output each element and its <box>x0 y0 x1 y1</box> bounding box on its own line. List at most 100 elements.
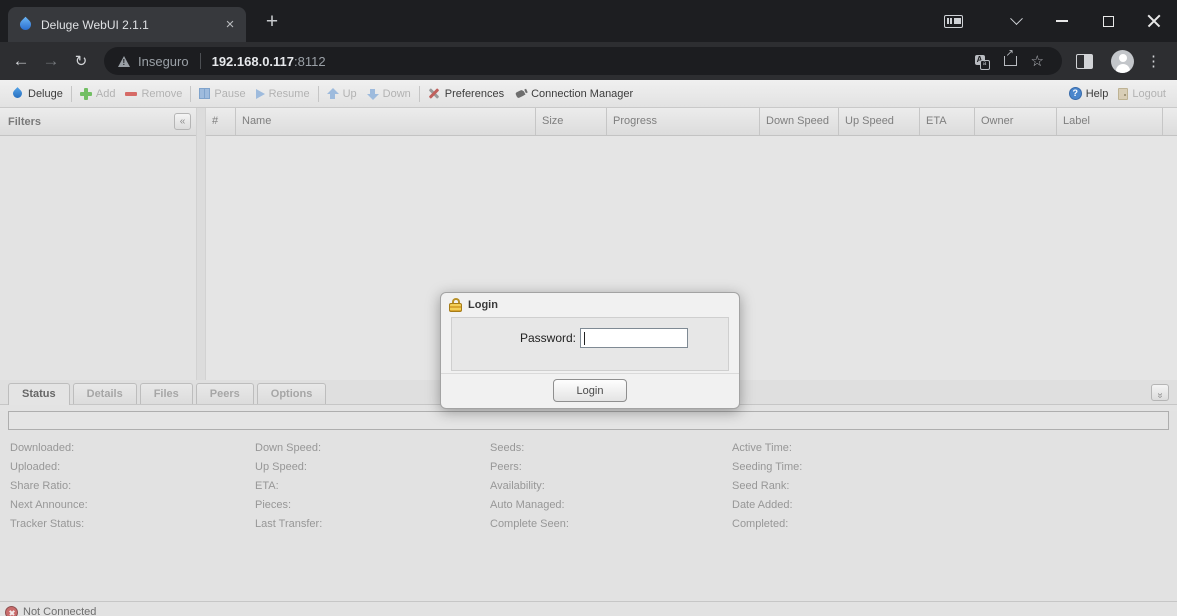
address-bar[interactable]: ! Inseguro 192.168.0.117 :8112 ☆ <box>104 47 1062 75</box>
filters-body <box>0 136 196 380</box>
profile-avatar[interactable] <box>1111 50 1134 73</box>
lock-icon <box>449 298 462 312</box>
not-secure-warning-icon[interactable]: ! <box>118 56 130 67</box>
maximize-button[interactable] <box>1085 0 1131 42</box>
status-label: Seed Rank: <box>732 477 802 496</box>
login-dialog-titlebar[interactable]: Login <box>441 293 739 314</box>
queue-down-button[interactable]: Down <box>362 83 416 105</box>
deluge-menu-button[interactable]: Deluge <box>6 83 68 105</box>
menu-dots-icon[interactable]: ⋮ <box>1146 52 1161 70</box>
browser-tab[interactable]: Deluge WebUI 2.1.1 × <box>8 7 246 42</box>
down-arrow-icon <box>367 88 379 100</box>
tab-options[interactable]: Options <box>257 383 327 404</box>
preferences-button[interactable]: Preferences <box>423 83 509 105</box>
filters-panel-header: Filters « <box>0 108 196 136</box>
column-header-size[interactable]: Size <box>536 108 607 135</box>
status-label: Downloaded: <box>10 439 255 458</box>
tab-close-icon[interactable]: × <box>222 17 238 32</box>
logout-button[interactable]: Logout <box>1113 83 1171 105</box>
side-panel-icon[interactable] <box>1076 54 1093 69</box>
remove-torrent-button[interactable]: Remove <box>120 83 187 105</box>
status-fields: Downloaded: Uploaded: Share Ratio: Next … <box>0 430 1177 534</box>
column-header-number[interactable]: # <box>206 108 236 135</box>
status-label: Availability: <box>490 477 732 496</box>
status-label: Tracker Status: <box>10 515 255 534</box>
tab-peers[interactable]: Peers <box>196 383 254 404</box>
login-form: Password: <box>451 317 729 371</box>
tab-files[interactable]: Files <box>140 383 193 404</box>
question-icon: ? <box>1069 87 1082 100</box>
tab-title: Deluge WebUI 2.1.1 <box>41 18 222 32</box>
torrent-grid-header: # Name Size Progress Down Speed Up Speed… <box>206 108 1177 136</box>
tab-details[interactable]: Details <box>73 383 137 404</box>
tab-status[interactable]: Status <box>8 383 70 405</box>
column-header-owner[interactable]: Owner <box>975 108 1057 135</box>
filters-collapse-button[interactable]: « <box>174 113 191 130</box>
status-label: Share Ratio: <box>10 477 255 496</box>
tools-icon <box>428 87 441 100</box>
security-label[interactable]: Inseguro <box>138 54 189 69</box>
up-arrow-icon <box>327 88 339 100</box>
plug-icon <box>514 88 527 100</box>
forward-button[interactable]: → <box>36 51 66 71</box>
new-tab-button[interactable]: + <box>258 9 286 37</box>
add-torrent-button[interactable]: Add <box>75 83 121 105</box>
browser-tab-strip: Deluge WebUI 2.1.1 × + <box>0 0 1177 42</box>
connection-status-text: Not Connected <box>23 606 96 616</box>
plus-icon <box>80 88 92 100</box>
status-label: Seeds: <box>490 439 732 458</box>
tab-preview-icon[interactable] <box>944 15 963 28</box>
status-label: Last Transfer: <box>255 515 490 534</box>
reload-button[interactable]: ↻ <box>66 52 96 70</box>
translate-icon[interactable] <box>975 55 988 68</box>
address-divider <box>200 53 201 69</box>
status-label: Auto Managed: <box>490 496 732 515</box>
column-header-label[interactable]: Label <box>1057 108 1163 135</box>
pause-icon <box>199 88 210 99</box>
toolbar-separator <box>419 86 420 102</box>
minus-icon <box>125 92 137 96</box>
login-button[interactable]: Login <box>553 379 627 402</box>
queue-up-button[interactable]: Up <box>322 83 362 105</box>
status-label: Next Announce: <box>10 496 255 515</box>
double-chevron-down-icon: » <box>1153 393 1168 399</box>
filters-title: Filters <box>8 116 174 128</box>
resume-button[interactable]: Resume <box>251 83 315 105</box>
tab-search-chevron-button[interactable] <box>993 0 1039 42</box>
status-label: Uploaded: <box>10 458 255 477</box>
status-label: Complete Seen: <box>490 515 732 534</box>
pause-button[interactable]: Pause <box>194 83 250 105</box>
panel-splitter[interactable] <box>196 108 206 380</box>
detail-panel-collapse-button[interactable]: » <box>1151 384 1169 401</box>
login-dialog-title: Login <box>468 299 498 311</box>
login-dialog-footer: Login <box>441 373 739 408</box>
not-connected-icon <box>5 606 18 616</box>
column-header-up-speed[interactable]: Up Speed <box>839 108 920 135</box>
column-header-progress[interactable]: Progress <box>607 108 760 135</box>
door-icon <box>1118 88 1128 100</box>
toolbar-separator <box>190 86 191 102</box>
column-header-down-speed[interactable]: Down Speed <box>760 108 839 135</box>
help-button[interactable]: ? Help <box>1064 83 1114 105</box>
password-label: Password: <box>452 328 576 348</box>
connection-status-bar: Not Connected <box>0 601 1177 616</box>
column-header-filler <box>1163 108 1177 135</box>
minimize-icon <box>1056 20 1068 22</box>
column-header-name[interactable]: Name <box>236 108 536 135</box>
minimize-button[interactable] <box>1039 0 1085 42</box>
password-input[interactable] <box>580 328 688 348</box>
column-header-eta[interactable]: ETA <box>920 108 975 135</box>
filters-panel: Filters « <box>0 108 196 380</box>
status-panel: Downloaded: Uploaded: Share Ratio: Next … <box>0 411 1177 601</box>
play-icon <box>256 89 265 99</box>
bookmark-star-icon[interactable]: ☆ <box>1031 54 1044 69</box>
deluge-favicon-icon <box>18 17 34 33</box>
browser-navbar: ← → ↻ ! Inseguro 192.168.0.117 :8112 ☆ ⋮ <box>0 42 1177 80</box>
close-window-button[interactable] <box>1131 0 1177 42</box>
connection-manager-button[interactable]: Connection Manager <box>509 83 638 105</box>
share-icon[interactable] <box>1004 56 1017 66</box>
status-label: Down Speed: <box>255 439 490 458</box>
status-label: ETA: <box>255 477 490 496</box>
toolbar-separator <box>71 86 72 102</box>
back-button[interactable]: ← <box>6 51 36 71</box>
